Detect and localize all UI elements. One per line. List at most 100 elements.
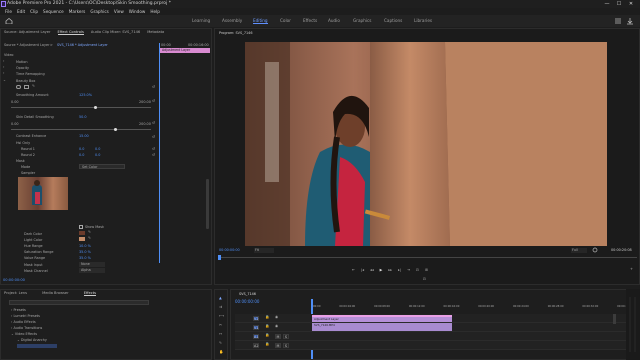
quick-export-icon[interactable] [626,17,634,25]
home-icon[interactable] [5,18,13,24]
reset-icon[interactable]: ↺ [152,85,156,91]
folder-audio-effects[interactable]: › Audio Effects [11,320,36,324]
lift-icon[interactable]: ⇥ [407,268,410,276]
eye-icon[interactable]: ◉ [275,315,278,319]
play-button[interactable]: ▶ [380,268,383,276]
button-editor-icon[interactable]: + [630,267,633,271]
tab-effects-panel[interactable]: Effects [83,291,96,296]
track-v1-label[interactable]: V1 [253,325,259,330]
smoothing-slider-track[interactable] [11,107,151,108]
razor-tool-icon[interactable]: ✂ [219,323,222,327]
step-back-icon[interactable]: ◂◂ [370,268,374,276]
ec-source-label[interactable]: Source * Adjustment Layer [4,43,50,47]
menu-edit[interactable]: Edit [17,9,25,14]
timeline-timecode[interactable]: 00:00:00:00 [235,299,259,304]
ec-motion[interactable]: Motion [16,60,28,64]
reset-icon[interactable]: ↺ [152,153,156,159]
track-a1-label[interactable]: A1 [253,334,259,339]
tab-project[interactable]: Project: Lens [4,291,27,295]
ec-playhead[interactable] [159,43,160,263]
ripple-edit-tool-icon[interactable]: ⟷ [219,314,224,318]
program-timecode[interactable]: 00:00:00:00 [219,248,240,252]
track-v2-label[interactable]: V2 [253,316,259,321]
reset-icon[interactable]: ↺ [152,99,156,105]
mark-out-icon[interactable]: |◂ [361,268,364,276]
workspace-menu-icon[interactable] [614,17,622,25]
fit-dropdown[interactable]: Fit [254,248,274,253]
menu-file[interactable]: File [5,9,12,14]
menu-view[interactable]: View [114,9,124,14]
tab-editing[interactable]: Editing [253,18,268,24]
program-title[interactable]: Program: SVS_7146 [219,31,252,35]
step-forward-icon[interactable]: ▸▸ [388,268,392,276]
tab-color[interactable]: Color [280,18,291,24]
tab-captions[interactable]: Captions [384,18,402,24]
light-color-swatch[interactable] [79,237,85,241]
selection-tool-icon[interactable]: ▲ [219,296,222,300]
menu-markers[interactable]: Markers [69,9,86,14]
pen-mask-icon[interactable]: ✎ [32,84,35,88]
folder-digital-anarchy[interactable]: ⌄ Digital Anarchy [17,338,47,342]
ec-scrollbar[interactable] [206,179,209,229]
tab-audio[interactable]: Audio [328,18,340,24]
folder-audio-transitions[interactable]: › Audio Transitions [11,326,42,330]
comparison-view-icon[interactable]: ⊡ [423,277,426,281]
lock-icon[interactable]: 🔒 [265,315,269,319]
round2-value-b[interactable]: 0.0 [95,153,100,157]
ellipse-mask-icon[interactable] [16,85,21,89]
export-frame-icon[interactable]: ⊞ [425,268,428,276]
solo-button[interactable]: S [283,343,289,348]
rect-mask-icon[interactable] [24,85,29,89]
mode-dropdown[interactable]: Set Color [79,164,125,169]
hand-tool-icon[interactable]: ✋ [219,350,223,354]
lock-icon[interactable]: 🔒 [265,333,269,337]
ec-opacity[interactable]: Opacity [16,66,29,70]
detail-slider-knob[interactable] [114,127,117,131]
light-eyedropper-icon[interactable]: ✎ [88,236,91,240]
ec-time-remapping[interactable]: Time Remapping [16,72,45,76]
round1-value-b[interactable]: 0.0 [95,147,100,151]
track-select-tool-icon[interactable]: ⇉ [219,305,222,309]
expand-opacity-icon[interactable]: › [3,65,4,69]
folder-video-effects[interactable]: ⌄ Video Effects [11,332,37,336]
tab-audio-clip-mixer[interactable]: Audio Clip Mixer: SVS_7146 [91,30,140,34]
show-mask-checkbox[interactable] [79,225,83,229]
menu-graphics[interactable]: Graphics [90,9,109,14]
program-video-frame[interactable] [245,42,607,246]
ec-clip-bar[interactable]: Adjustment Layer [160,48,210,53]
contrast-value[interactable]: 15.00 [79,134,89,138]
expand-motion-icon[interactable]: › [3,59,4,63]
timeline-ruler[interactable]: 00:00 00:00:04:00 00:00:08:00 00:00:12:00 00… [313,305,633,308]
ec-beauty-box[interactable]: Beauty Box [16,79,35,83]
ec-timecode[interactable]: 00:00:00:00 [3,278,25,282]
tab-learning[interactable]: Learning [192,18,210,24]
tab-media-browser[interactable]: Media Browser [42,291,69,295]
menu-window[interactable]: Window [129,9,146,14]
maximize-button[interactable]: ☐ [614,0,624,8]
value-range-value[interactable]: 35.0 % [79,256,91,260]
slip-tool-icon[interactable]: ↔ [219,332,222,336]
tab-metadata[interactable]: Metadata [147,30,164,34]
tab-effects[interactable]: Effects [303,18,317,24]
clip-svs-7146[interactable]: SVS_7146.MP4 [312,323,452,331]
tab-graphics[interactable]: Graphics [353,18,372,24]
dark-color-swatch[interactable] [79,231,85,235]
effects-search-input[interactable] [9,300,149,305]
eye-icon[interactable]: ◉ [275,324,278,328]
lock-icon[interactable]: 🔒 [265,342,269,346]
menu-help[interactable]: Help [150,9,160,14]
lock-icon[interactable]: 🔒 [265,324,269,328]
menu-sequence[interactable]: Sequence [43,9,64,14]
resolution-dropdown[interactable]: Full [571,248,587,253]
extract-icon[interactable]: ⊡ [416,268,419,276]
minimize-button[interactable]: — [602,0,612,8]
collapse-beauty-box-icon[interactable]: ⌄ [3,78,6,82]
mute-button[interactable]: M [275,343,281,348]
reset-icon[interactable]: ↺ [152,135,156,141]
timeline-sequence-tab[interactable]: SVS_7146 [239,292,256,296]
mark-in-icon[interactable]: ⇤ [352,268,355,276]
track-a2-label[interactable]: A2 [253,343,259,348]
mute-button[interactable]: M [275,334,281,339]
tab-assembly[interactable]: Assembly [222,18,242,24]
folder-presets[interactable]: › Presets [11,308,26,312]
